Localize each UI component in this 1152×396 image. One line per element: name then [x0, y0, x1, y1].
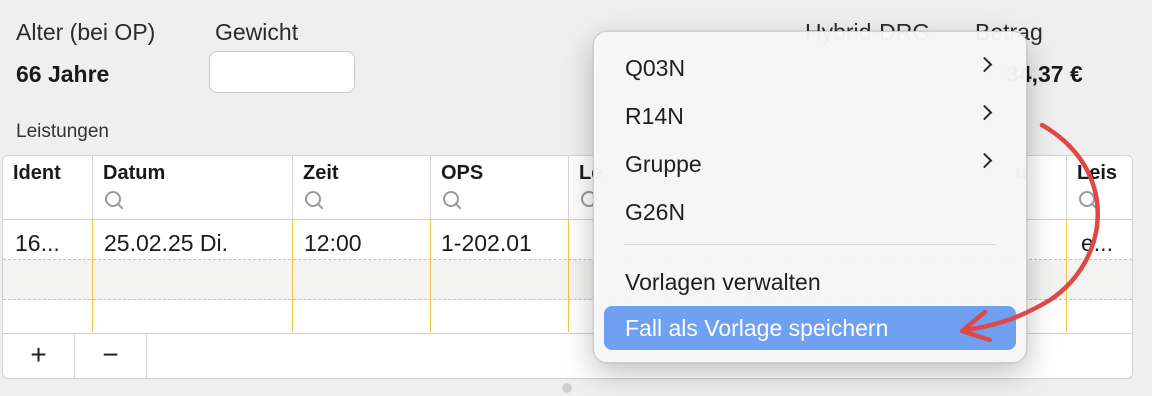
column-header-ident[interactable]: Ident — [13, 162, 61, 185]
cell-ident: 16... — [15, 230, 60, 256]
search-icon[interactable] — [1077, 190, 1099, 212]
chevron-right-icon — [976, 104, 993, 121]
menu-divider — [624, 244, 996, 245]
resize-handle[interactable] — [562, 383, 572, 393]
search-icon[interactable] — [303, 190, 325, 212]
weight-field[interactable] — [209, 51, 355, 93]
menu-item-save-as-template[interactable]: Fall als Vorlage speichern — [604, 306, 1016, 350]
weight-label: Gewicht — [215, 19, 299, 45]
chevron-right-icon — [976, 152, 993, 169]
column-header-zeit[interactable]: Zeit — [303, 162, 339, 185]
menu-item-r14n[interactable]: R14N — [604, 94, 1016, 138]
column-header-leis[interactable]: Leis — [1077, 162, 1117, 185]
age-value: 66 Jahre — [16, 61, 110, 87]
column-header-ops[interactable]: OPS — [441, 162, 483, 185]
cell-zeit: 12:00 — [304, 230, 362, 256]
menu-item-manage-templates[interactable]: Vorlagen verwalten — [604, 260, 1016, 304]
column-header-datum[interactable]: Datum — [103, 162, 165, 185]
menu-item-g26n[interactable]: G26N — [604, 190, 1016, 234]
cell-leis: e... — [1081, 230, 1113, 256]
context-menu: Q03N R14N Gruppe G26N Vorlagen verwalten… — [593, 31, 1027, 363]
services-section-label: Leistungen — [16, 121, 109, 142]
add-row-button[interactable]: + — [3, 334, 75, 378]
search-icon[interactable] — [103, 190, 125, 212]
menu-item-q03n[interactable]: Q03N — [604, 46, 1016, 90]
menu-item-gruppe[interactable]: Gruppe — [604, 142, 1016, 186]
remove-row-button[interactable]: − — [75, 334, 147, 378]
age-label: Alter (bei OP) — [16, 19, 156, 45]
amount-value: 34,37 € — [1006, 61, 1083, 87]
cell-ops: 1-202.01 — [441, 230, 532, 256]
chevron-right-icon — [976, 56, 993, 73]
search-icon[interactable] — [441, 190, 463, 212]
cell-datum: 25.02.25 Di. — [104, 230, 229, 256]
